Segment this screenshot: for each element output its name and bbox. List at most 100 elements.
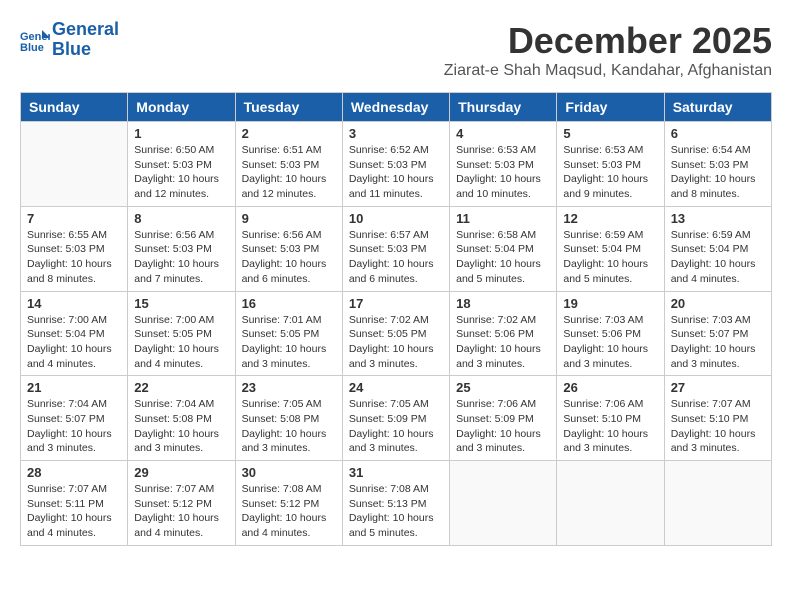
day-number: 18	[456, 296, 550, 311]
calendar-cell: 24 Sunrise: 7:05 AMSunset: 5:09 PMDayligh…	[342, 376, 449, 461]
month-title: December 2025	[444, 20, 772, 62]
svg-text:Blue: Blue	[20, 42, 44, 52]
calendar-cell: 8Sunrise: 6:56 AMSunset: 5:03 PMDaylight…	[128, 206, 235, 291]
cell-info: Sunrise: 6:59 AMSunset: 5:04 PMDaylight:…	[563, 228, 657, 287]
cell-info: Sunrise: 7:08 AMSunset: 5:12 PMDaylight:…	[242, 482, 336, 541]
cell-info: Sunrise: 6:58 AMSunset: 5:04 PMDaylight:…	[456, 228, 550, 287]
cell-info: Sunrise: 6:56 AMSunset: 5:03 PMDaylight:…	[242, 228, 336, 287]
calendar-cell: 14Sunrise: 7:00 AMSunset: 5:04 PMDayligh…	[21, 291, 128, 376]
calendar-cell: 4 Sunrise: 6:53 AMSunset: 5:03 PMDaylight…	[450, 122, 557, 207]
cell-info: Sunrise: 6:55 AMSunset: 5:03 PMDaylight:…	[27, 228, 121, 287]
calendar-cell: 20Sunrise: 7:03 AMSunset: 5:07 PMDayligh…	[664, 291, 771, 376]
calendar-cell: 11 Sunrise: 6:58 AMSunset: 5:04 PMDayligh…	[450, 206, 557, 291]
cell-info: Sunrise: 7:05 AMSunset: 5:09 PMDaylight:…	[349, 397, 443, 456]
cell-info: Sunrise: 7:00 AMSunset: 5:05 PMDaylight:…	[134, 313, 228, 372]
calendar-cell: 12 Sunrise: 6:59 AMSunset: 5:04 PMDayligh…	[557, 206, 664, 291]
day-number: 12	[563, 211, 657, 226]
cell-info: Sunrise: 7:07 AMSunset: 5:12 PMDaylight:…	[134, 482, 228, 541]
location-subtitle: Ziarat-e Shah Maqsud, Kandahar, Afghanis…	[444, 62, 772, 80]
calendar-cell: 31 Sunrise: 7:08 AMSunset: 5:13 PMDayligh…	[342, 461, 449, 546]
cell-info: Sunrise: 7:03 AMSunset: 5:06 PMDaylight:…	[563, 313, 657, 372]
cell-info: Sunrise: 6:53 AMSunset: 5:03 PMDaylight:…	[456, 143, 550, 202]
cell-info: Sunrise: 7:01 AMSunset: 5:05 PMDaylight:…	[242, 313, 336, 372]
day-number: 24	[349, 380, 443, 395]
day-number: 28	[27, 465, 121, 480]
calendar-cell: 29 Sunrise: 7:07 AMSunset: 5:12 PMDayligh…	[128, 461, 235, 546]
cell-info: Sunrise: 6:51 AMSunset: 5:03 PMDaylight:…	[242, 143, 336, 202]
day-number: 31	[349, 465, 443, 480]
calendar-cell: 27 Sunrise: 7:07 AMSunset: 5:10 PMDayligh…	[664, 376, 771, 461]
cell-info: Sunrise: 7:08 AMSunset: 5:13 PMDaylight:…	[349, 482, 443, 541]
calendar-cell: 15 Sunrise: 7:00 AMSunset: 5:05 PMDayligh…	[128, 291, 235, 376]
cell-info: Sunrise: 7:06 AMSunset: 5:10 PMDaylight:…	[563, 397, 657, 456]
day-number: 27	[671, 380, 765, 395]
cell-info: Sunrise: 6:50 AMSunset: 5:03 PMDaylight:…	[134, 143, 228, 202]
calendar-cell: 9 Sunrise: 6:56 AMSunset: 5:03 PMDaylight…	[235, 206, 342, 291]
calendar-cell: 6 Sunrise: 6:54 AMSunset: 5:03 PMDaylight…	[664, 122, 771, 207]
cell-info: Sunrise: 7:07 AMSunset: 5:11 PMDaylight:…	[27, 482, 121, 541]
calendar-cell: 7 Sunrise: 6:55 AMSunset: 5:03 PMDaylight…	[21, 206, 128, 291]
day-number: 5	[563, 126, 657, 141]
calendar-cell: 5 Sunrise: 6:53 AMSunset: 5:03 PMDaylight…	[557, 122, 664, 207]
day-number: 19	[563, 296, 657, 311]
calendar-cell: 13Sunrise: 6:59 AMSunset: 5:04 PMDayligh…	[664, 206, 771, 291]
cell-info: Sunrise: 7:06 AMSunset: 5:09 PMDaylight:…	[456, 397, 550, 456]
day-number: 6	[671, 126, 765, 141]
day-number: 25	[456, 380, 550, 395]
calendar-cell: 17 Sunrise: 7:02 AMSunset: 5:05 PMDayligh…	[342, 291, 449, 376]
cell-info: Sunrise: 6:57 AMSunset: 5:03 PMDaylight:…	[349, 228, 443, 287]
day-number: 4	[456, 126, 550, 141]
calendar-cell: 26 Sunrise: 7:06 AMSunset: 5:10 PMDayligh…	[557, 376, 664, 461]
calendar-cell: 3Sunrise: 6:52 AMSunset: 5:03 PMDaylight…	[342, 122, 449, 207]
weekday-header-sunday: Sunday	[21, 93, 128, 122]
day-number: 10	[349, 211, 443, 226]
day-number: 3	[349, 126, 443, 141]
day-number: 14	[27, 296, 121, 311]
calendar-cell: 10 Sunrise: 6:57 AMSunset: 5:03 PMDayligh…	[342, 206, 449, 291]
calendar-table: SundayMondayTuesdayWednesdayThursdayFrid…	[20, 92, 772, 546]
day-number: 22	[134, 380, 228, 395]
weekday-header-monday: Monday	[128, 93, 235, 122]
day-number: 26	[563, 380, 657, 395]
general-blue-icon: General Blue	[20, 28, 50, 52]
cell-info: Sunrise: 7:05 AMSunset: 5:08 PMDaylight:…	[242, 397, 336, 456]
calendar-cell	[21, 122, 128, 207]
day-number: 30	[242, 465, 336, 480]
cell-info: Sunrise: 7:04 AMSunset: 5:08 PMDaylight:…	[134, 397, 228, 456]
weekday-header-saturday: Saturday	[664, 93, 771, 122]
calendar-cell: 22 Sunrise: 7:04 AMSunset: 5:08 PMDayligh…	[128, 376, 235, 461]
day-number: 21	[27, 380, 121, 395]
cell-info: Sunrise: 7:02 AMSunset: 5:05 PMDaylight:…	[349, 313, 443, 372]
day-number: 16	[242, 296, 336, 311]
weekday-header-thursday: Thursday	[450, 93, 557, 122]
calendar-cell: 19 Sunrise: 7:03 AMSunset: 5:06 PMDayligh…	[557, 291, 664, 376]
day-number: 23	[242, 380, 336, 395]
weekday-header-tuesday: Tuesday	[235, 93, 342, 122]
day-number: 29	[134, 465, 228, 480]
day-number: 17	[349, 296, 443, 311]
day-number: 2	[242, 126, 336, 141]
calendar-cell: 30 Sunrise: 7:08 AMSunset: 5:12 PMDayligh…	[235, 461, 342, 546]
day-number: 15	[134, 296, 228, 311]
cell-info: Sunrise: 7:04 AMSunset: 5:07 PMDaylight:…	[27, 397, 121, 456]
cell-info: Sunrise: 6:56 AMSunset: 5:03 PMDaylight:…	[134, 228, 228, 287]
calendar-cell: 16 Sunrise: 7:01 AMSunset: 5:05 PMDayligh…	[235, 291, 342, 376]
day-number: 11	[456, 211, 550, 226]
cell-info: Sunrise: 7:03 AMSunset: 5:07 PMDaylight:…	[671, 313, 765, 372]
weekday-header-friday: Friday	[557, 93, 664, 122]
cell-info: Sunrise: 7:07 AMSunset: 5:10 PMDaylight:…	[671, 397, 765, 456]
calendar-cell: 28 Sunrise: 7:07 AMSunset: 5:11 PMDayligh…	[21, 461, 128, 546]
cell-info: Sunrise: 7:02 AMSunset: 5:06 PMDaylight:…	[456, 313, 550, 372]
logo-text: General Blue	[52, 20, 119, 60]
cell-info: Sunrise: 6:59 AMSunset: 5:04 PMDaylight:…	[671, 228, 765, 287]
day-number: 7	[27, 211, 121, 226]
calendar-cell	[557, 461, 664, 546]
cell-info: Sunrise: 6:53 AMSunset: 5:03 PMDaylight:…	[563, 143, 657, 202]
calendar-cell: 18 Sunrise: 7:02 AMSunset: 5:06 PMDayligh…	[450, 291, 557, 376]
calendar-cell: 23 Sunrise: 7:05 AMSunset: 5:08 PMDayligh…	[235, 376, 342, 461]
cell-info: Sunrise: 6:54 AMSunset: 5:03 PMDaylight:…	[671, 143, 765, 202]
day-number: 1	[134, 126, 228, 141]
day-number: 9	[242, 211, 336, 226]
logo: General Blue General Blue	[20, 20, 119, 60]
calendar-cell: 2 Sunrise: 6:51 AMSunset: 5:03 PMDaylight…	[235, 122, 342, 207]
